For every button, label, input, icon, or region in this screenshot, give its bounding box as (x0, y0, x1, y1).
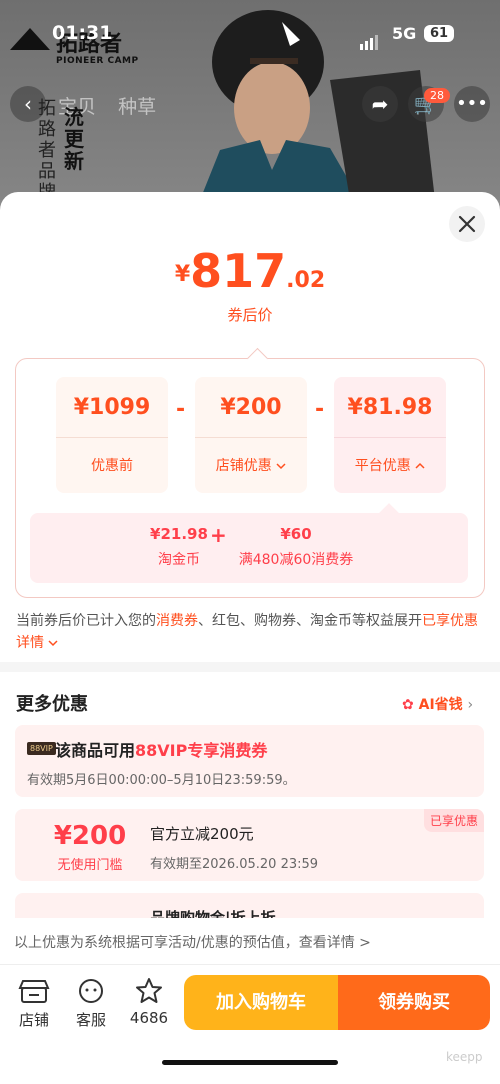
network-label: 5G (392, 24, 417, 43)
star-icon (136, 978, 162, 1003)
platform-discount-card[interactable]: ¥81.98 平台优惠 (334, 377, 446, 493)
banner-vertical-text: 拓路者品牌 (38, 98, 56, 200)
consumer-coupon-item: ¥60 满480减60消费券 (238, 525, 354, 568)
more-offers-title: 更多优惠 (16, 694, 88, 715)
customer-service-button[interactable]: 客服 (69, 977, 113, 1030)
plus-sign: + (210, 523, 227, 547)
price-note: 当前券后价已计入您的消费券、红包、购物券、淘金币等权益展开已享优惠详情 (16, 613, 478, 651)
offer-subtitle: 有效期至2026.05.20 23:59 (150, 857, 319, 872)
chevron-down-icon (276, 463, 286, 470)
tab-seed[interactable]: 种草 (118, 96, 156, 118)
platform-discount: ¥81.98 (347, 395, 433, 420)
platform-discount-label: 平台优惠 (334, 455, 446, 475)
shop-button[interactable]: 店铺 (12, 977, 56, 1030)
watermark: keepp (446, 1050, 483, 1064)
shop-discount-label: 店铺优惠 (195, 455, 307, 475)
ai-icon: ✿ (402, 697, 414, 713)
shop-discount-card[interactable]: ¥200 店铺优惠 (195, 377, 307, 493)
home-indicator[interactable] (162, 1060, 338, 1065)
original-price: ¥1099 (73, 395, 151, 420)
more-icon[interactable]: ••• (454, 86, 490, 122)
coupon-amount: ¥200 (53, 821, 127, 851)
chevron-up-icon (415, 462, 425, 469)
banner-vertical-text-2: 㳘更新 (64, 105, 84, 173)
minus-sign: - (176, 397, 186, 422)
status-bar: 01:31 5G 61 (0, 22, 500, 52)
offer-title: 该商品可用88VIP专享消费券 (55, 741, 268, 760)
price-detail-sheet: ¥817.02 券后价 ¥1099 优惠前 - ¥200 店铺优惠 - ¥81.… (0, 192, 500, 1084)
used-badge: 已享优惠 (423, 809, 484, 832)
88vip-tag: 88VIP (27, 742, 56, 755)
favorite-button[interactable]: 4686 (127, 977, 171, 1027)
offer-title: 官方立减200元 (150, 825, 254, 843)
price-breakdown: ¥1099 优惠前 - ¥200 店铺优惠 - ¥81.98 平台优惠 ¥21.… (15, 347, 485, 598)
coupon-condition: 无使用门槛 (57, 858, 123, 873)
cart-badge: 28 (424, 88, 450, 103)
ai-savings-link[interactable]: ✿ AI省钱 › (402, 694, 473, 714)
disclaimer[interactable]: 以上优惠为系统根据可享活动/优惠的预估值，查看详情 > (0, 918, 500, 964)
shop-icon (18, 980, 50, 1003)
buy-with-coupon-button[interactable]: 领券购买 (338, 975, 490, 1030)
minus-sign: - (315, 397, 325, 422)
platform-discount-detail: ¥21.98 淘金币 + ¥60 满480减60消费券 (30, 503, 468, 583)
signal-icon (360, 28, 380, 50)
offer-88vip[interactable]: 88VIP 该商品可用88VIP专享消费券 有效期5月6日00:00:00–5月… (15, 725, 484, 797)
close-icon (458, 215, 476, 233)
close-button[interactable] (449, 206, 485, 242)
battery-icon: 61 (424, 25, 455, 42)
add-to-cart-button[interactable]: 加入购物车 (184, 975, 338, 1030)
status-time: 01:31 (52, 22, 113, 44)
share-icon[interactable]: ➦ (362, 86, 398, 122)
favorites-count: 4686 (129, 1009, 169, 1027)
shop-discount: ¥200 (220, 395, 282, 420)
chevron-down-icon (48, 640, 58, 647)
final-price: ¥817.02 (174, 244, 326, 298)
product-hero: 拓路者 PIONEER CAMP 01:31 5G 61 ‹ 宝贝 种草 拓路者… (0, 0, 500, 200)
final-price-label: 券后价 (227, 306, 273, 324)
original-price-card: ¥1099 优惠前 (56, 377, 168, 493)
offer-subtitle: 有效期5月6日00:00:00–5月10日23:59:59。 (27, 773, 296, 788)
bottom-action-bar: 店铺 客服 4686 加入购物车 领券购买 (0, 964, 500, 1084)
offer-official-discount[interactable]: ¥200 无使用门槛 官方立减200元 有效期至2026.05.20 23:59… (15, 809, 484, 881)
service-icon (79, 979, 103, 1003)
original-price-label: 优惠前 (91, 458, 133, 474)
